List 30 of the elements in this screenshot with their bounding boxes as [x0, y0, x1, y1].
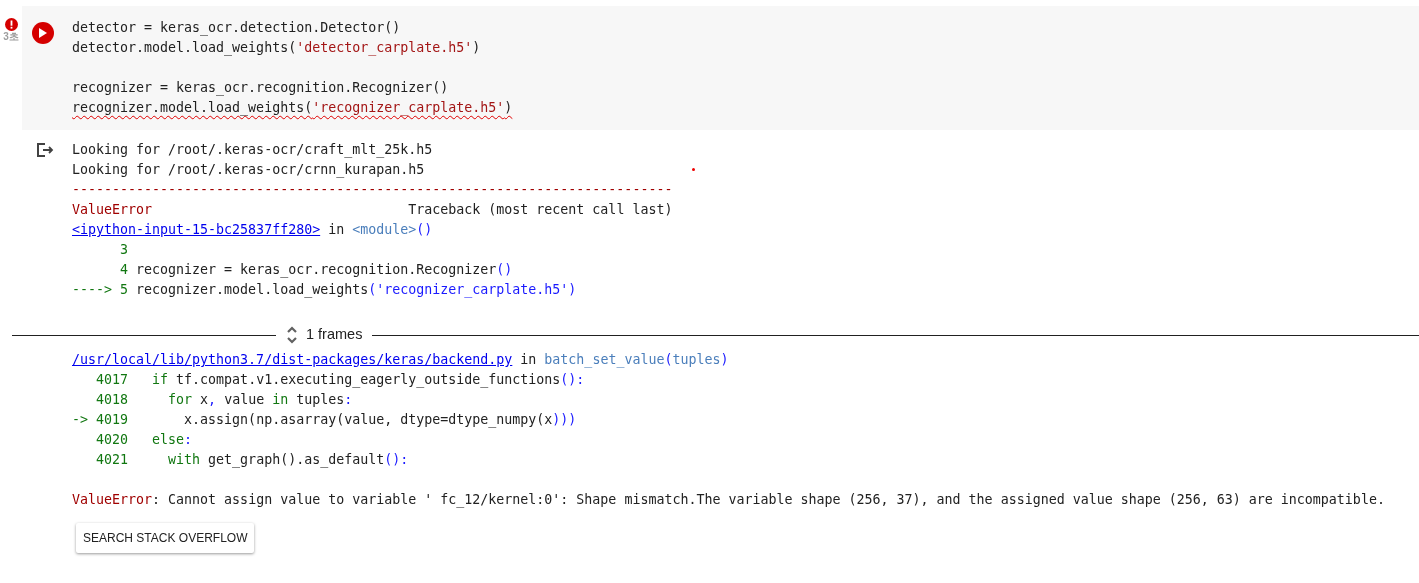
- output-line: -> 4019 x.assign(np.asarray(value, dtype=dtype_numpy(x))): [72, 411, 577, 430]
- expand-icon: [286, 325, 298, 345]
- output-line: ----> 5 recognizer.model.load_weights('recognizer_carplate.h5'): [72, 281, 577, 300]
- output-line: 4020 else:: [95, 431, 193, 449]
- link[interactable]: /usr/local/lib/python3.7/dist-packages/keras/backend.py: [72, 352, 513, 367]
- output-line: Looking for /root/.keras-ocr/crnn_kurapan.h5: [72, 161, 425, 180]
- code-line: recognizer = keras_ocr.recognition.Recognizer(): [72, 79, 449, 98]
- output-line: ValueError Traceback (most recent call last): [72, 201, 673, 219]
- output-line: Looking for /root/.keras-ocr/craft_mlt_25k.h5: [72, 141, 433, 160]
- code-line: detector.model.load_weights('detector_carplate.h5'): [72, 39, 481, 58]
- output-line: 4021 with get_graph().as_default():: [95, 451, 409, 470]
- run-button[interactable]: [32, 22, 54, 44]
- error-icon: [4, 18, 18, 31]
- output-line: 3: [119, 241, 129, 259]
- output-line: ValueError: Cannot assign value to variable ' fc_12/kernel:0': Shape mismatch.The variable shape (256, 37), and the assigned value shape (256, 63) are incompatible.: [72, 491, 1385, 510]
- output-line: 4017 if tf.compat.v1.executing_eagerly_outside_functions():: [95, 371, 585, 390]
- link[interactable]: <ipython-input-15-bc25837ff280>: [72, 222, 321, 237]
- code-line: detector = keras_ocr.detection.Detector(): [72, 19, 401, 38]
- output-line: ---------------------------------------------------------------------------: [72, 181, 673, 199]
- play-icon: [39, 28, 47, 38]
- output-icon: [36, 142, 54, 158]
- run-duration: 3초: [3, 31, 19, 43]
- output-line: /usr/local/lib/python3.7/dist-packages/keras/backend.py in batch_set_value(tuples): [72, 351, 729, 370]
- output-line: <ipython-input-15-bc25837ff280> in <module>(): [72, 221, 433, 239]
- frames-toggle[interactable]: 1 frames: [276, 324, 373, 346]
- dot-mark: [692, 168, 695, 171]
- search-stack-overflow-button[interactable]: SEARCH STACK OVERFLOW: [76, 523, 255, 553]
- output-line: 4 recognizer = keras_ocr.recognition.Recognizer(): [119, 261, 513, 280]
- output-line: 4018 for x, value in tuples:: [95, 391, 353, 409]
- code-line: recognizer.model.load_weights('recognizer_carplate.h5'): [72, 99, 513, 118]
